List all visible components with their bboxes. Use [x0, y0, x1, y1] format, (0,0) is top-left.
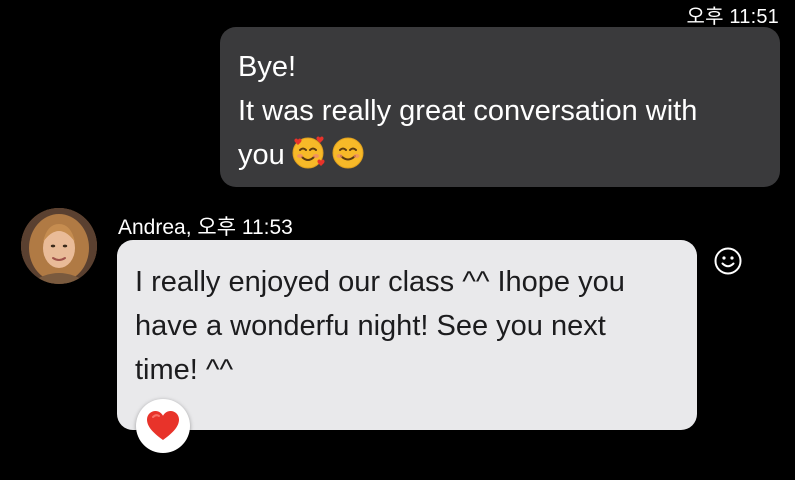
- incoming-message-bubble[interactable]: I really enjoyed our class ^^ Ihope you …: [117, 240, 697, 430]
- smiling-face-with-hearts-icon: [291, 136, 325, 170]
- message-line: I really enjoyed our class ^^ Ihope you: [135, 266, 625, 298]
- message-line: you: [238, 139, 285, 171]
- message-line: have a wonderfu night! See you next: [135, 310, 606, 342]
- avatar-image: [21, 208, 97, 284]
- outgoing-message-bubble[interactable]: Bye! It was really great conversation wi…: [220, 27, 780, 187]
- message-timestamp: 오후 11:51: [686, 6, 779, 28]
- avatar[interactable]: [21, 208, 97, 284]
- message-line: Bye!: [238, 51, 297, 83]
- message-line: time! ^^: [135, 354, 234, 386]
- message-line: It was really great conversation with: [238, 95, 698, 127]
- heart-icon: [147, 411, 179, 440]
- add-reaction-icon[interactable]: [713, 246, 743, 276]
- message-line-with-emojis: you: [238, 133, 762, 177]
- heart-reaction-badge[interactable]: [136, 399, 190, 453]
- sender-name-and-time: Andrea, 오후 11:53: [118, 216, 293, 239]
- smiling-face-icon: [331, 136, 365, 170]
